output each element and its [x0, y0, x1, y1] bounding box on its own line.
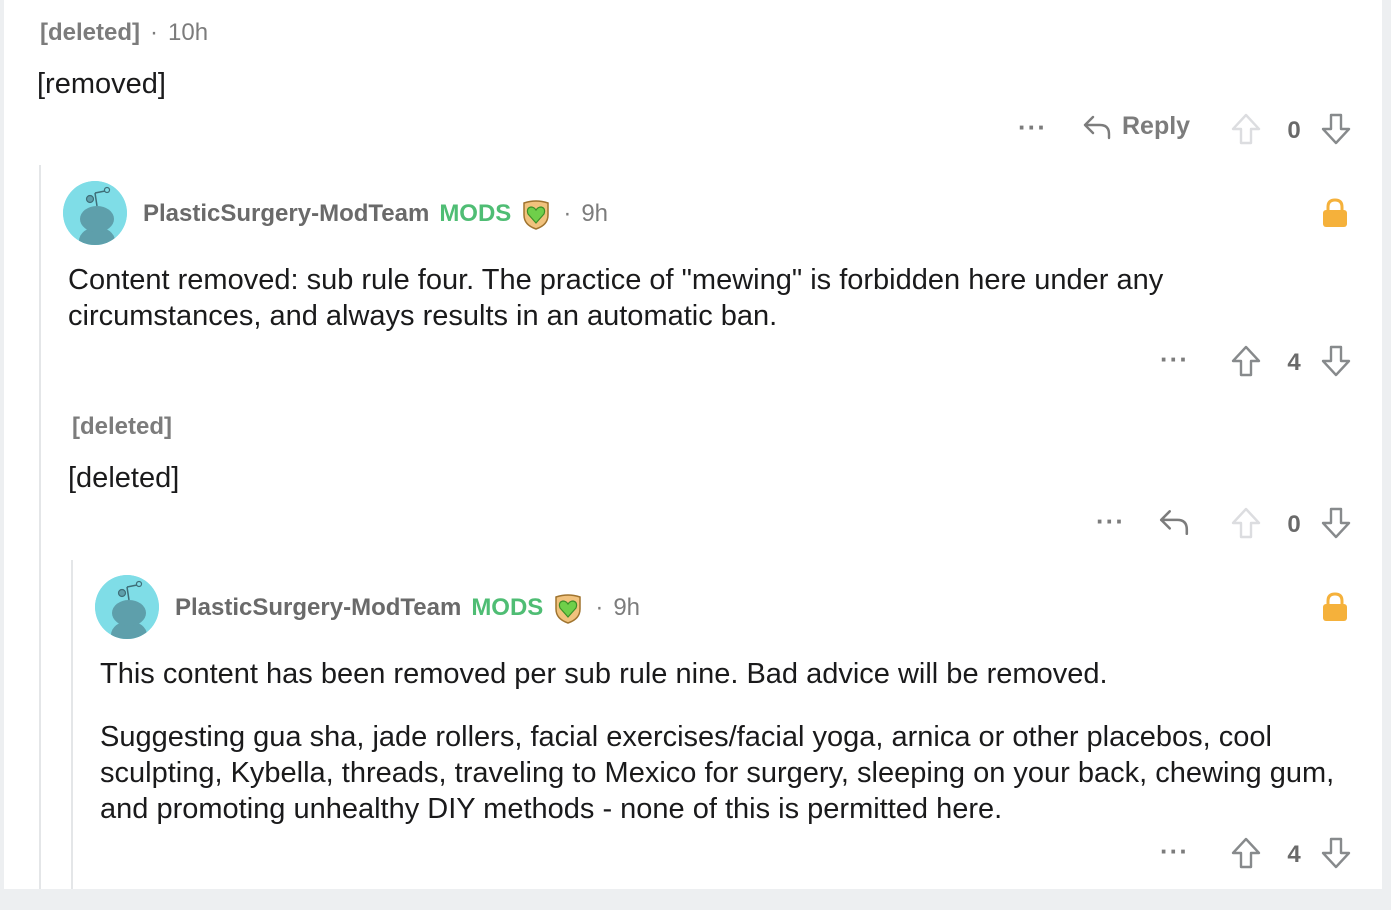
thread-line-level1[interactable]	[39, 165, 41, 889]
comment-meta: PlasticSurgery-ModTeam MODS · 9h	[143, 197, 608, 231]
more-options-icon[interactable]: ···	[1096, 506, 1125, 537]
page-frame-left	[0, 0, 4, 910]
comment-author: [deleted]	[72, 413, 173, 440]
lock-icon	[1323, 592, 1347, 621]
more-options-icon[interactable]: ···	[1160, 344, 1189, 375]
vote-count: 0	[1287, 117, 1301, 144]
comment-timestamp[interactable]: 9h	[581, 200, 608, 228]
avatar[interactable]	[63, 181, 127, 245]
upvote-arrow-icon[interactable]	[1230, 506, 1262, 540]
meta-separator: ·	[595, 594, 604, 621]
comment-author[interactable]: PlasticSurgery-ModTeam	[143, 200, 429, 228]
snoo-avatar-icon	[95, 575, 159, 639]
more-options-icon[interactable]: ···	[1018, 112, 1047, 143]
downvote-arrow-icon[interactable]	[1320, 112, 1352, 146]
upvote-arrow-icon[interactable]	[1230, 836, 1262, 870]
comment-timestamp[interactable]: 10h	[168, 19, 208, 47]
reply-label: Reply	[1122, 112, 1191, 140]
comment-meta: [deleted] · 10h	[40, 19, 208, 47]
downvote-arrow-icon[interactable]	[1320, 344, 1352, 378]
comment-timestamp[interactable]: 9h	[613, 594, 640, 622]
reply-arrow-icon	[1083, 115, 1111, 139]
thread-line-level2[interactable]	[71, 560, 73, 889]
reply-button[interactable]: Reply	[1082, 112, 1190, 141]
mod-heart-badge-icon	[523, 200, 550, 230]
meta-separator: ·	[563, 200, 572, 227]
comment-meta: PlasticSurgery-ModTeam MODS · 9h	[175, 591, 640, 625]
avatar[interactable]	[95, 575, 159, 639]
downvote-arrow-icon[interactable]	[1320, 506, 1352, 540]
vote-count: 4	[1287, 349, 1301, 376]
comment-body: [deleted]	[68, 462, 180, 494]
comment-author: [deleted]	[40, 19, 141, 46]
snoo-avatar-icon	[63, 181, 127, 245]
comment-body-paragraph: Suggesting gua sha, jade rollers, facial…	[100, 721, 1335, 825]
comment-author[interactable]: PlasticSurgery-ModTeam	[175, 594, 461, 622]
upvote-arrow-icon[interactable]	[1230, 344, 1262, 378]
page-frame-bottom	[0, 889, 1391, 910]
upvote-arrow-icon[interactable]	[1230, 112, 1262, 146]
mod-heart-badge-icon	[555, 594, 582, 624]
meta-separator: ·	[150, 19, 159, 46]
lock-icon	[1323, 198, 1347, 227]
reply-arrow-icon[interactable]	[1158, 507, 1190, 537]
mod-flair: MODS	[439, 200, 512, 227]
page-frame-right	[1382, 0, 1391, 910]
comment-meta: [deleted]	[72, 413, 172, 441]
comment-body: [removed]	[37, 68, 166, 100]
vote-count: 0	[1287, 511, 1301, 538]
vote-count: 4	[1287, 841, 1301, 868]
more-options-icon[interactable]: ···	[1160, 836, 1189, 867]
comment-body: Content removed: sub rule four. The prac…	[68, 264, 1164, 332]
mod-flair: MODS	[471, 594, 544, 621]
downvote-arrow-icon[interactable]	[1320, 836, 1352, 870]
comment-body-paragraph: This content has been removed per sub ru…	[100, 658, 1108, 690]
